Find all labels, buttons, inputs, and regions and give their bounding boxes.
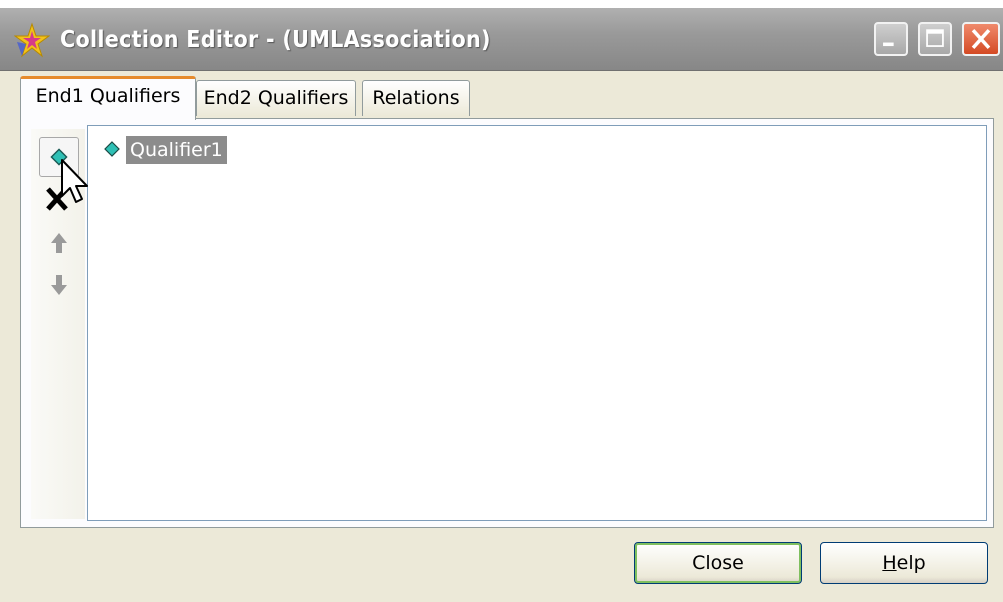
title-bar[interactable]: Collection Editor - (UMLAssociation): [0, 8, 1003, 71]
diamond-icon: [104, 141, 120, 157]
tab-end1-qualifiers[interactable]: End1 Qualifiers: [20, 76, 196, 120]
tab-relations[interactable]: Relations: [362, 80, 470, 116]
help-button[interactable]: Help: [820, 542, 988, 584]
close-window-button[interactable]: [962, 22, 1000, 56]
collection-editor-window: Collection Editor - (UMLAssociation) End…: [0, 8, 1003, 602]
tab-panel: Qualifier1: [20, 118, 994, 528]
close-icon: [971, 28, 991, 50]
maximize-icon: [926, 29, 944, 47]
maximize-button[interactable]: [918, 22, 952, 56]
mouse-cursor-icon: [61, 159, 88, 203]
star-icon: [14, 22, 50, 58]
move-up-icon: [51, 233, 67, 253]
move-down-button[interactable]: [39, 265, 79, 305]
close-button[interactable]: Close: [634, 542, 802, 584]
help-accelerator: H: [882, 552, 897, 574]
minimize-icon: [883, 42, 894, 47]
minimize-button[interactable]: [874, 22, 908, 56]
move-down-icon: [51, 275, 67, 295]
window-title: Collection Editor - (UMLAssociation): [60, 27, 491, 53]
qualifier-list[interactable]: Qualifier1: [87, 125, 987, 521]
tab-end2-qualifiers[interactable]: End2 Qualifiers: [196, 80, 356, 116]
move-up-button[interactable]: [39, 223, 79, 263]
help-label-rest: elp: [896, 552, 926, 574]
list-item-label: Qualifier1: [126, 136, 227, 164]
